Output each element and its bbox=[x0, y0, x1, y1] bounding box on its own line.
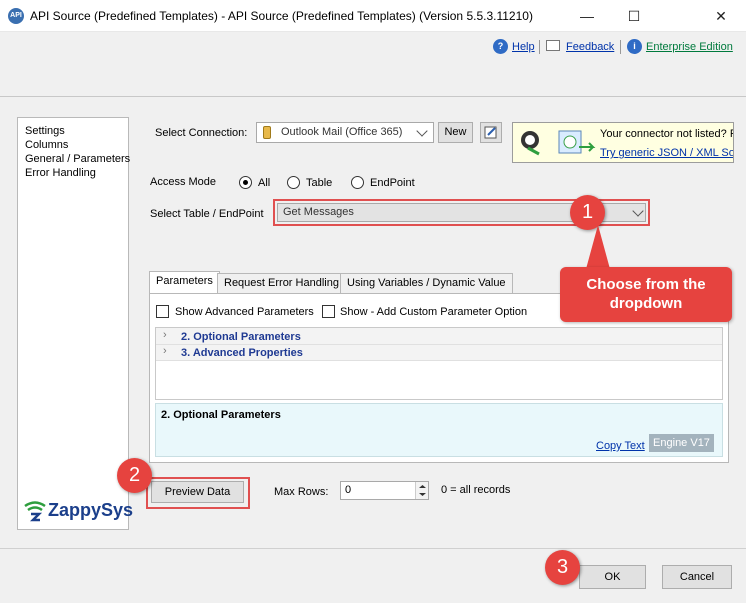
footer-divider bbox=[0, 548, 746, 549]
new-connection-button[interactable]: New bbox=[438, 122, 473, 143]
connector-banner[interactable]: Your connector not listed? Re Try generi… bbox=[512, 122, 734, 163]
show-advanced-label[interactable]: Show Advanced Parameters bbox=[175, 306, 314, 318]
zappysys-logo-icon bbox=[24, 500, 46, 522]
mail-icon bbox=[546, 40, 560, 51]
connection-value: Outlook Mail (Office 365) bbox=[281, 126, 403, 138]
tab-using-variables[interactable]: Using Variables / Dynamic Value bbox=[340, 273, 513, 293]
app-icon: API bbox=[8, 8, 24, 24]
description-panel: 2. Optional Parameters Copy Text Engine … bbox=[155, 403, 723, 457]
connection-icon bbox=[263, 126, 271, 139]
show-custom-label[interactable]: Show - Add Custom Parameter Option bbox=[340, 306, 527, 318]
access-mode-label: Access Mode bbox=[150, 176, 217, 188]
radio-all[interactable] bbox=[239, 176, 252, 189]
property-group-row[interactable]: › 2. Optional Parameters bbox=[156, 328, 722, 345]
copy-text-link[interactable]: Copy Text bbox=[596, 440, 645, 452]
maximize-button[interactable]: ☐ bbox=[611, 0, 657, 32]
connection-label: Select Connection: bbox=[155, 127, 248, 139]
radio-table[interactable] bbox=[287, 176, 300, 189]
property-group-row[interactable]: › 3. Advanced Properties bbox=[156, 345, 722, 361]
nav-item-columns[interactable]: Columns bbox=[25, 139, 68, 151]
help-bar: ? Help Feedback i Enterprise Edition bbox=[0, 33, 746, 97]
edition-link[interactable]: Enterprise Edition bbox=[646, 41, 733, 53]
step-3-marker: 3 bbox=[545, 550, 580, 585]
xml-icon bbox=[555, 127, 597, 159]
nav-item-settings[interactable]: Settings bbox=[25, 125, 65, 137]
show-advanced-checkbox[interactable] bbox=[156, 305, 169, 318]
max-rows-value: 0 bbox=[345, 484, 352, 496]
help-link[interactable]: Help bbox=[512, 41, 535, 53]
table-endpoint-label: Select Table / EndPoint bbox=[150, 208, 264, 220]
engine-badge: Engine V17 bbox=[649, 434, 714, 452]
show-custom-checkbox[interactable] bbox=[322, 305, 335, 318]
left-nav: Settings Columns General / Parameters Er… bbox=[17, 117, 133, 530]
window-title: API Source (Predefined Templates) - API … bbox=[30, 9, 533, 23]
step-2-marker: 2 bbox=[117, 458, 152, 493]
table-endpoint-value: Get Messages bbox=[283, 206, 354, 218]
title-bar: API API Source (Predefined Templates) - … bbox=[0, 0, 746, 32]
separator bbox=[539, 40, 540, 54]
spinner[interactable] bbox=[415, 482, 428, 499]
cancel-button[interactable]: Cancel bbox=[662, 565, 732, 589]
max-rows-input[interactable]: 0 bbox=[340, 481, 429, 500]
tab-request-error-handling[interactable]: Request Error Handling bbox=[217, 273, 346, 293]
connection-dropdown[interactable]: Outlook Mail (Office 365) bbox=[256, 122, 434, 143]
expand-icon: › bbox=[163, 329, 167, 341]
radio-table-label[interactable]: Table bbox=[306, 177, 332, 189]
help-icon: ? bbox=[493, 39, 508, 54]
tooltip-pointer bbox=[586, 225, 610, 269]
feedback-link[interactable]: Feedback bbox=[566, 41, 614, 53]
property-grid: › 2. Optional Parameters › 3. Advanced P… bbox=[155, 327, 723, 400]
zappysys-logo-text: ZappySys bbox=[48, 500, 134, 520]
radio-endpoint-label[interactable]: EndPoint bbox=[370, 177, 415, 189]
edit-icon bbox=[484, 126, 497, 139]
ok-button[interactable]: OK bbox=[579, 565, 646, 589]
json-icon bbox=[519, 128, 541, 156]
nav-item-general-parameters[interactable]: General / Parameters bbox=[25, 153, 130, 165]
advanced-properties-group: 3. Advanced Properties bbox=[181, 347, 303, 359]
preview-data-button[interactable]: Preview Data bbox=[151, 481, 244, 503]
minimize-button[interactable]: — bbox=[564, 0, 610, 32]
radio-all-label[interactable]: All bbox=[258, 177, 270, 189]
edit-connection-button[interactable] bbox=[480, 122, 502, 143]
banner-title: Your connector not listed? Re bbox=[600, 128, 733, 140]
expand-icon: › bbox=[163, 345, 167, 357]
max-rows-hint: 0 = all records bbox=[441, 484, 511, 496]
nav-item-error-handling[interactable]: Error Handling bbox=[25, 167, 96, 179]
tab-parameters[interactable]: Parameters bbox=[149, 271, 220, 293]
generic-json-link[interactable]: Try generic JSON / XML Sour bbox=[600, 147, 733, 159]
description-title: 2. Optional Parameters bbox=[161, 409, 281, 421]
spinner-arrows-icon bbox=[419, 485, 426, 496]
tooltip-callout: Choose from the dropdown bbox=[560, 267, 732, 322]
chevron-down-icon bbox=[416, 125, 428, 137]
max-rows-label: Max Rows: bbox=[274, 486, 329, 498]
radio-endpoint[interactable] bbox=[351, 176, 364, 189]
info-icon: i bbox=[627, 39, 642, 54]
optional-parameters-group: 2. Optional Parameters bbox=[181, 331, 301, 343]
separator bbox=[620, 40, 621, 54]
close-button[interactable]: ✕ bbox=[698, 0, 744, 32]
chevron-down-icon bbox=[632, 205, 644, 217]
